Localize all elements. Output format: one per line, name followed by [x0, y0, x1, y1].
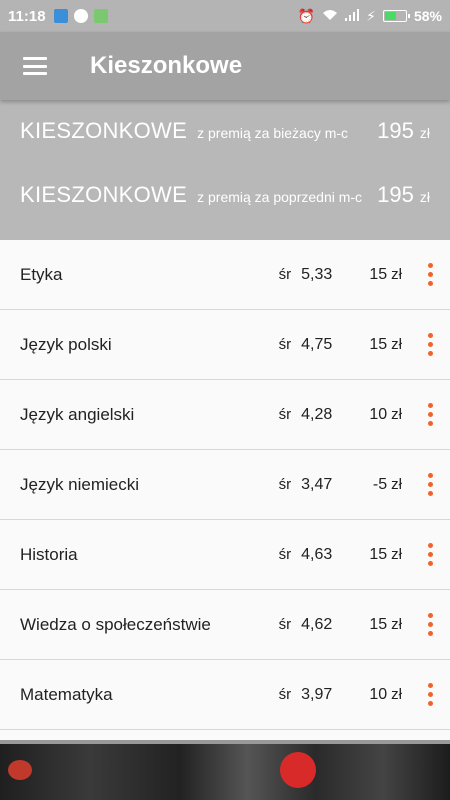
ad-graphic: [8, 760, 32, 780]
average-value: 4,62: [301, 615, 333, 633]
android-icon: [93, 9, 108, 23]
summary-unit: zł: [419, 125, 430, 141]
average-label: śr: [278, 686, 292, 703]
summary-amount: 195: [377, 182, 414, 207]
subject-name: Matematyka: [20, 684, 113, 704]
average-label: śr: [278, 406, 292, 423]
average-value: 5,33: [301, 265, 333, 283]
amount-value: 15: [369, 615, 388, 633]
average-label: śr: [278, 336, 292, 353]
ad-graphic: [280, 752, 316, 788]
summary-current-month: KIESZONKOWE z premią za bieżacy m-c 195 …: [0, 118, 450, 158]
signal-icon: [345, 8, 360, 24]
subject-values: śr 3,97 10 zł: [279, 686, 402, 704]
list-item[interactable]: Język polski śr 4,75 15 zł: [0, 310, 450, 380]
average-value: 4,63: [301, 545, 333, 563]
messenger-icon: [73, 9, 88, 23]
summary-label: KIESZONKOWE: [20, 182, 188, 207]
more-options-icon[interactable]: [410, 590, 450, 660]
subject-values: śr 4,75 15 zł: [279, 336, 402, 354]
summary-sub: z premią za poprzedni m-c: [197, 189, 363, 205]
amount-value: 10: [369, 405, 388, 423]
subject-name: Język angielski: [20, 404, 135, 424]
list-item[interactable]: Wiedza o społeczeństwie śr 4,62 15 zł: [0, 590, 450, 660]
list-item[interactable]: Język niemiecki śr 3,47 -5 zł: [0, 450, 450, 520]
average-label: śr: [278, 546, 292, 563]
amount-value: 10: [369, 685, 388, 703]
summary-amount: 195: [377, 118, 414, 143]
summary-sub: z premią za bieżacy m-c: [197, 125, 349, 141]
more-options-icon[interactable]: [410, 450, 450, 520]
average-label: śr: [278, 266, 292, 283]
amount-unit: zł: [391, 336, 402, 353]
average-value: 3,97: [301, 685, 333, 703]
ad-banner[interactable]: [0, 740, 450, 800]
more-options-icon[interactable]: [410, 240, 450, 310]
average-value: 4,75: [301, 335, 333, 353]
subject-name: Język polski: [20, 334, 112, 354]
status-bar: 11:18 ⏰ ⚡ 58%: [0, 0, 450, 32]
amount-unit: zł: [391, 546, 402, 563]
subject-values: śr 4,28 10 zł: [279, 406, 402, 424]
subject-name: Wiedza o społeczeństwie: [20, 614, 211, 634]
list-item[interactable]: Historia śr 4,63 15 zł: [0, 520, 450, 590]
list-item[interactable]: Etyka śr 5,33 15 zł: [0, 240, 450, 310]
amount-value: 15: [369, 335, 388, 353]
wifi-icon: [322, 8, 338, 24]
average-value: 3,47: [301, 475, 333, 493]
ad-divider: [0, 740, 450, 744]
average-label: śr: [278, 476, 292, 493]
subject-values: śr 3,47 -5 zł: [279, 476, 402, 494]
subject-values: śr 4,62 15 zł: [279, 616, 402, 634]
list-item[interactable]: Język angielski śr 4,28 10 zł: [0, 380, 450, 450]
summary-label: KIESZONKOWE: [20, 118, 188, 143]
battery-icon: [382, 10, 410, 22]
subject-values: śr 4,63 15 zł: [279, 546, 402, 564]
summary-unit: zł: [419, 189, 430, 205]
amount-value: 15: [369, 545, 388, 563]
status-time: 11:18: [8, 7, 46, 25]
app-bar: Kieszonkowe: [0, 32, 450, 100]
battery-level: [384, 12, 396, 20]
subject-values: śr 5,33 15 zł: [279, 266, 402, 284]
amount-unit: zł: [391, 266, 402, 283]
more-options-icon[interactable]: [410, 310, 450, 380]
average-label: śr: [278, 616, 292, 633]
shield-icon: [53, 9, 68, 23]
amount-value: -5: [372, 475, 388, 493]
status-notification-icons: [53, 9, 108, 23]
subject-name: Język niemiecki: [20, 474, 140, 494]
list-item[interactable]: Matematyka śr 3,97 10 zł: [0, 660, 450, 730]
subject-name: Historia: [20, 544, 78, 564]
subject-name: Etyka: [20, 264, 63, 284]
status-system-icons: ⏰ ⚡ 58%: [298, 8, 442, 25]
battery-percent: 58%: [413, 8, 442, 24]
menu-icon[interactable]: [23, 57, 47, 75]
page-title: Kieszonkowe: [90, 52, 243, 79]
amount-unit: zł: [391, 616, 402, 633]
average-value: 4,28: [301, 405, 333, 423]
amount-unit: zł: [391, 406, 402, 423]
charging-icon: ⚡: [366, 7, 376, 24]
summary-previous-month: KIESZONKOWE z premią za poprzedni m-c 19…: [0, 182, 450, 222]
amount-unit: zł: [391, 686, 402, 703]
amount-value: 15: [369, 265, 388, 283]
more-options-icon[interactable]: [410, 660, 450, 730]
alarm-icon: ⏰: [297, 7, 316, 24]
subject-list: Etyka śr 5,33 15 zł Język polski śr 4,75…: [0, 240, 450, 730]
amount-unit: zł: [391, 476, 402, 493]
more-options-icon[interactable]: [410, 380, 450, 450]
more-options-icon[interactable]: [410, 520, 450, 590]
